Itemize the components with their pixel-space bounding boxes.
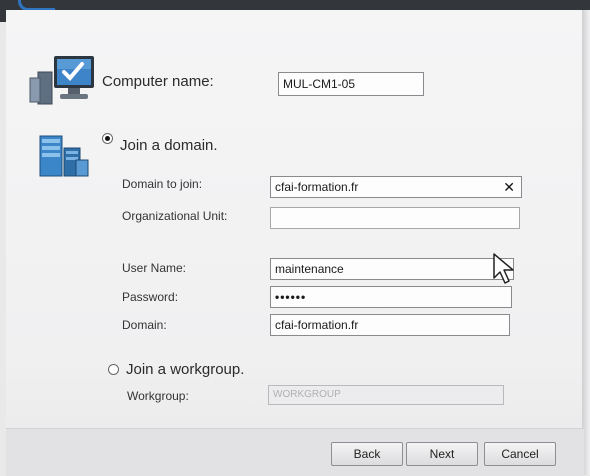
join-domain-label: Join a domain. bbox=[120, 137, 218, 154]
computer-monitor-icon bbox=[29, 56, 94, 105]
mouse-cursor-icon bbox=[493, 253, 514, 284]
clear-icon[interactable]: ✕ bbox=[503, 179, 515, 195]
password-label: Password: bbox=[122, 290, 179, 304]
cancel-button[interactable]: Cancel bbox=[484, 442, 556, 466]
domain-to-join-field[interactable]: cfai-formation.fr ✕ bbox=[270, 176, 522, 198]
domain-to-join-value: cfai-formation.fr bbox=[275, 180, 359, 194]
domain-field[interactable]: cfai-formation.fr bbox=[270, 314, 510, 336]
screen-bezel bbox=[582, 10, 590, 475]
join-workgroup-radio[interactable] bbox=[108, 364, 119, 375]
domain-to-join-label: Domain to join: bbox=[122, 177, 203, 191]
join-workgroup-label: Join a workgroup. bbox=[126, 361, 245, 378]
organizational-unit-field[interactable] bbox=[270, 207, 520, 229]
next-button[interactable]: Next bbox=[406, 442, 478, 466]
domain-label: Domain: bbox=[122, 318, 167, 332]
workgroup-field: WORKGROUP bbox=[268, 385, 504, 405]
password-field[interactable]: •••••• bbox=[270, 286, 512, 308]
user-name-field[interactable]: maintenance bbox=[270, 258, 514, 280]
back-button[interactable]: Back bbox=[331, 442, 403, 466]
organizational-unit-label: Organizational Unit: bbox=[122, 209, 228, 223]
computer-name-label: Computer name: bbox=[102, 73, 214, 90]
domain-server-icon bbox=[39, 135, 89, 177]
user-name-label: User Name: bbox=[122, 261, 187, 275]
workgroup-label: Workgroup: bbox=[127, 389, 189, 403]
join-domain-radio[interactable] bbox=[102, 133, 113, 144]
computer-name-field[interactable]: MUL-CM1-05 bbox=[278, 72, 424, 96]
